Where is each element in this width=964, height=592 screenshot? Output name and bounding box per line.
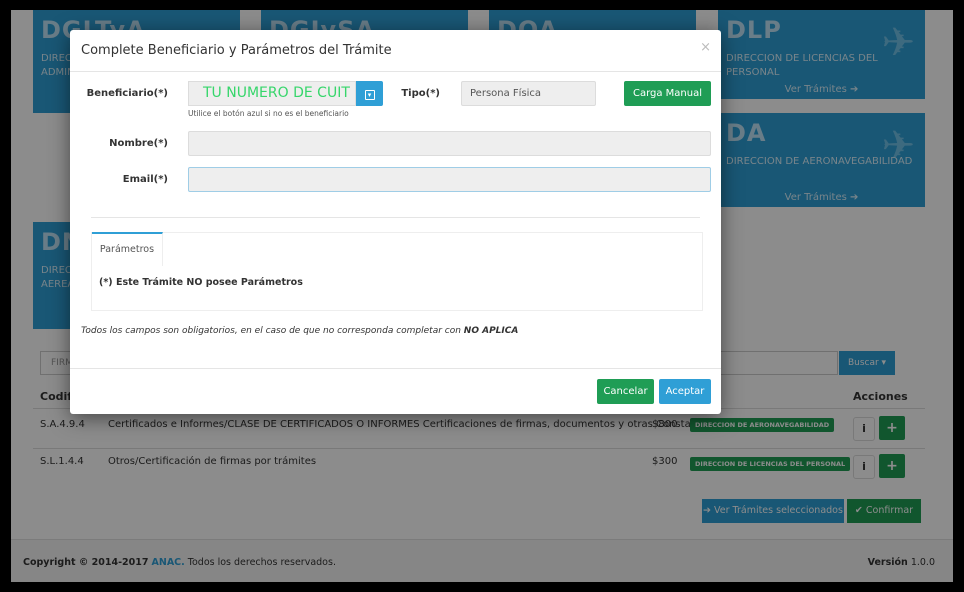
close-icon[interactable]: × <box>700 40 711 55</box>
required-note: Todos los campos son obligatorios, en el… <box>81 326 518 336</box>
divider <box>70 368 721 369</box>
change-beneficiary-button[interactable]: ▾ <box>356 81 383 106</box>
tipo-field[interactable]: Persona Física <box>461 81 596 106</box>
required-note-text: Todos los campos son obligatorios, en el… <box>81 326 464 336</box>
email-label: Email(*) <box>122 174 168 185</box>
modal-title: Complete Beneficiario y Parámetros del T… <box>81 43 392 58</box>
user-select-icon: ▾ <box>364 90 375 100</box>
cuit-field[interactable]: TU NUMERO DE CUIT <box>188 81 356 106</box>
divider <box>91 217 700 218</box>
cancel-button[interactable]: Cancelar <box>597 379 654 404</box>
email-field[interactable] <box>188 167 711 192</box>
parameters-panel: Parámetros (*) Este Trámite NO posee Par… <box>91 232 703 311</box>
required-note-bold: NO APLICA <box>463 326 519 336</box>
app-window: DGLTyA DIRECC ADMIN DGIySA DOA DLP ✈ DIR… <box>11 10 953 582</box>
no-params-text: (*) Este Trámite NO posee Parámetros <box>99 277 303 288</box>
carga-manual-button[interactable]: Carga Manual <box>624 81 711 106</box>
beneficiary-modal: Complete Beneficiario y Parámetros del T… <box>70 30 721 414</box>
tipo-label: Tipo(*) <box>401 88 440 99</box>
help-text: Utilice el botón azul si no es el benefi… <box>188 109 349 118</box>
accept-button[interactable]: Aceptar <box>659 379 711 404</box>
beneficiario-label: Beneficiario(*) <box>86 88 168 99</box>
nombre-label: Nombre(*) <box>109 138 168 149</box>
divider <box>70 71 721 72</box>
nombre-field[interactable] <box>188 131 711 156</box>
tab-parametros[interactable]: Parámetros <box>92 232 163 266</box>
